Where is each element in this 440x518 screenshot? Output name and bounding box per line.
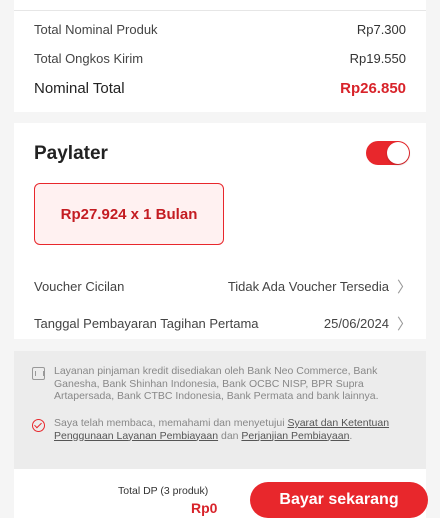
paylater-section: Paylater Rp27.924 x 1 Bulan Voucher Cici…	[14, 123, 426, 339]
paylater-toggle[interactable]	[366, 141, 410, 165]
product-total-value: Rp7.300	[356, 22, 406, 37]
voucher-label: Voucher Cicilan	[34, 279, 125, 294]
grand-total-value: Rp26.850	[340, 80, 406, 97]
payment-summary: Total Nominal Produk Rp7.300 Total Ongko…	[14, 0, 426, 112]
info-notes: Layanan pinjaman kredit disediakan oleh …	[14, 351, 426, 469]
product-total-label: Total Nominal Produk	[34, 22, 158, 37]
summary-row-product: Total Nominal Produk Rp7.300	[34, 22, 406, 37]
voucher-installment-row[interactable]: Voucher Cicilan Tidak Ada Voucher Tersed…	[34, 276, 412, 297]
dp-value: Rp0	[191, 500, 218, 516]
toggle-knob	[387, 142, 409, 164]
consent-note: Saya telah membaca, memahami dan menyetu…	[30, 417, 416, 442]
first-payment-date-row[interactable]: Tanggal Pembayaran Tagihan Pertama 25/06…	[34, 313, 412, 334]
voucher-value: Tidak Ada Voucher Tersedia	[227, 279, 389, 294]
shipping-total-label: Total Ongkos Kirim	[34, 51, 144, 66]
shipping-total-value: Rp19.550	[349, 51, 406, 66]
divider	[14, 10, 426, 11]
first-payment-label: Tanggal Pembayaran Tagihan Pertama	[34, 316, 259, 331]
pay-now-button[interactable]: Bayar sekarang	[250, 482, 428, 518]
consent-text: Saya telah membaca, memahami dan menyetu…	[54, 417, 390, 442]
bank-icon	[31, 366, 45, 380]
paylater-title: Paylater	[34, 143, 108, 164]
grand-total-label: Nominal Total	[34, 80, 125, 97]
checkout-footer: Total DP (3 produk) Rp0 Bayar sekarang	[14, 469, 428, 518]
installment-plan-card[interactable]: Rp27.924 x 1 Bulan	[34, 183, 224, 245]
summary-row-shipping: Total Ongkos Kirim Rp19.550	[34, 51, 406, 66]
checkout-page: Total Nominal Produk Rp7.300 Total Ongko…	[0, 0, 440, 518]
dp-label: Total DP (3 produk)	[118, 485, 209, 497]
summary-row-grand-total: Nominal Total Rp26.850	[34, 80, 406, 97]
chevron-right-icon: 〉	[396, 279, 412, 296]
bank-providers-text: Layanan pinjaman kredit disediakan oleh …	[54, 365, 379, 402]
first-payment-date: 25/06/2024	[323, 316, 389, 331]
check-circle-icon[interactable]	[31, 418, 45, 432]
chevron-right-icon: 〉	[396, 316, 412, 333]
installment-plan-text: Rp27.924 x 1 Bulan	[60, 205, 198, 223]
bank-providers-note: Layanan pinjaman kredit disediakan oleh …	[30, 365, 416, 403]
financing-agreement-link[interactable]: Perjanjian Pembiayaan	[241, 430, 349, 442]
